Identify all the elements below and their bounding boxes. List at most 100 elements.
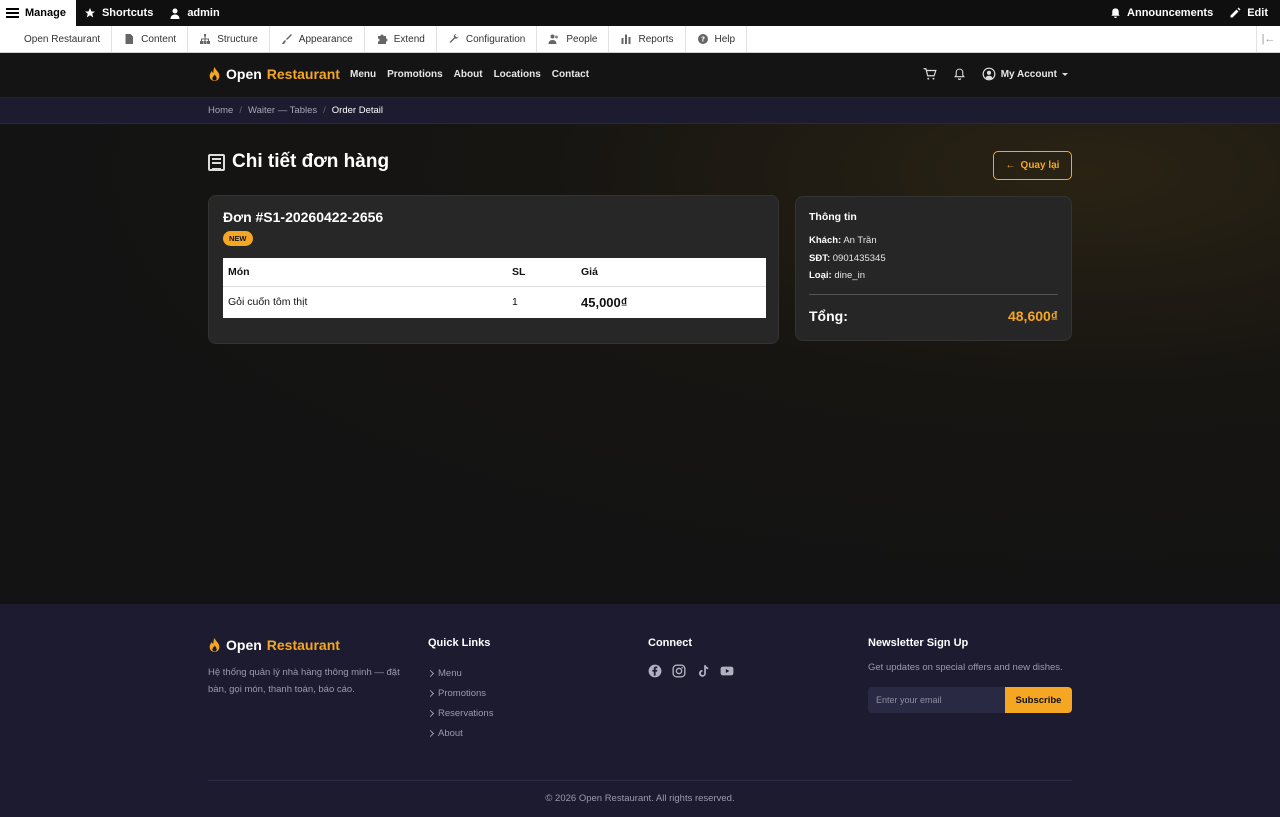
help-icon: ?: [697, 34, 708, 44]
flame-icon: [209, 637, 220, 653]
instagram-icon[interactable]: [672, 664, 686, 678]
tray-item-label: Open Restaurant: [24, 33, 101, 45]
site-logo[interactable]: Open Restaurant: [208, 66, 340, 82]
tray-item-people[interactable]: People: [537, 26, 610, 52]
customer-label: Khách:: [809, 235, 842, 246]
puzzle-icon: [377, 34, 388, 44]
back-button[interactable]: ← Quay lại: [993, 151, 1072, 180]
total-label: Tổng:: [809, 308, 848, 324]
order-title: Đơn #S1-20260422-2656: [223, 209, 384, 225]
tiktok-icon[interactable]: [696, 664, 710, 678]
manage-button[interactable]: Manage: [0, 0, 76, 26]
tray-item-structure[interactable]: Structure: [188, 26, 270, 52]
nav-about[interactable]: About: [454, 69, 483, 80]
account-label: My Account: [1000, 68, 1057, 80]
quick-link-about[interactable]: About: [426, 723, 493, 743]
nav-contact[interactable]: Contact: [552, 69, 589, 80]
footer-brand-second: Restaurant: [266, 637, 340, 653]
admin-toolbar: Manage Shortcuts admin Announcements Edi…: [0, 0, 1280, 26]
phone-label: SĐT:: [809, 253, 831, 264]
quick-link-menu[interactable]: Menu: [426, 663, 493, 683]
cart-icon[interactable]: [923, 67, 937, 81]
user-menu-button[interactable]: admin: [161, 0, 227, 26]
breadcrumb-home[interactable]: Home: [208, 105, 233, 116]
status-badge: NEW: [223, 231, 253, 246]
newsletter-title: Newsletter Sign Up: [868, 637, 969, 649]
tray-item-label: Reports: [638, 33, 674, 45]
nav-promotions[interactable]: Promotions: [387, 69, 443, 80]
youtube-icon[interactable]: [720, 664, 734, 678]
tray-item-label: Help: [714, 33, 736, 45]
type-value: dine_in: [834, 270, 865, 281]
svg-text:?: ?: [700, 36, 704, 44]
brand-name-second: Restaurant: [266, 66, 340, 82]
copyright: © 2026 Open Restaurant. All rights reser…: [545, 793, 735, 804]
shortcuts-label: Shortcuts: [101, 7, 154, 19]
sitemap-icon: [200, 34, 211, 44]
tray-item-label: Appearance: [298, 33, 353, 45]
page-title: Chi tiết đơn hàng: [208, 151, 389, 173]
site-header: Open Restaurant Menu Promotions About Lo…: [0, 53, 1280, 98]
facebook-icon[interactable]: [648, 664, 662, 678]
pencil-icon: [1230, 7, 1241, 18]
quick-link-label: Promotions: [438, 687, 487, 699]
arrow-left-icon: ←: [1005, 160, 1016, 171]
user-icon: [170, 8, 180, 19]
tray-item-help[interactable]: ? Help: [686, 26, 748, 52]
tray-item-label: Extend: [393, 33, 425, 45]
breadcrumb: Home / Waiter — Tables / Order Detail: [208, 105, 383, 116]
quick-link-label: Menu: [438, 667, 462, 679]
tray-item-label: Structure: [217, 33, 258, 45]
announcements-button[interactable]: Announcements: [1102, 0, 1221, 26]
total-value: 48,600₫: [1007, 308, 1058, 324]
tray-item-open-restaurant[interactable]: Open Restaurant: [0, 26, 113, 52]
order-card: Đơn #S1-20260422-2656 NEW Món SL Giá Gỏi…: [208, 195, 779, 344]
breadcrumb-separator: /: [323, 105, 326, 116]
account-icon: [982, 67, 996, 81]
tray-item-appearance[interactable]: Appearance: [270, 26, 365, 52]
tray-item-configuration[interactable]: Configuration: [437, 26, 538, 52]
brand-name-first: Open: [226, 66, 262, 82]
tray-item-label: People: [566, 33, 598, 45]
main-content: Chi tiết đơn hàng ← Quay lại Đơn #S1-202…: [0, 124, 1280, 604]
newsletter-form: Subscribe: [868, 687, 1072, 713]
breadcrumb-waiter-tables[interactable]: Waiter — Tables: [248, 105, 317, 116]
tray-item-extend[interactable]: Extend: [365, 26, 437, 52]
paintbrush-icon: [281, 34, 292, 44]
info-title: Thông tin: [809, 211, 857, 223]
document-icon: [125, 34, 134, 44]
bell-icon: [1111, 8, 1120, 19]
footer-logo[interactable]: Open Restaurant: [208, 637, 340, 653]
info-divider: [809, 294, 1058, 295]
flame-icon: [209, 66, 220, 82]
newsletter-email-input[interactable]: [868, 687, 1005, 713]
my-account-menu[interactable]: My Account: [982, 67, 1068, 81]
nav-locations[interactable]: Locations: [494, 69, 541, 80]
nav-menu[interactable]: Menu: [350, 69, 376, 80]
notification-bell-icon[interactable]: [953, 67, 966, 81]
chevron-right-icon: [426, 669, 435, 677]
edit-button[interactable]: Edit: [1221, 0, 1280, 26]
tray-item-reports[interactable]: Reports: [609, 26, 686, 52]
quick-link-label: Reservations: [438, 707, 494, 719]
type-label: Loại:: [809, 270, 832, 281]
collapse-icon: |←: [1261, 33, 1276, 45]
receipt-icon: [208, 153, 225, 171]
tray-item-label: Configuration: [465, 33, 526, 45]
phone-row: SĐT: 0901435345: [809, 253, 886, 264]
star-icon: [84, 8, 95, 18]
footer-divider: [208, 780, 1072, 781]
chevron-right-icon: [426, 709, 435, 717]
quick-link-promotions[interactable]: Promotions: [426, 683, 493, 703]
footer-brand-first: Open: [226, 637, 262, 653]
people-icon: [548, 34, 559, 44]
tray-orientation-toggle[interactable]: |←: [1256, 26, 1280, 52]
wrench-icon: [449, 33, 459, 43]
shortcuts-button[interactable]: Shortcuts: [76, 0, 161, 26]
order-info-card: Thông tin Khách: An Trần SĐT: 0901435345…: [795, 196, 1072, 341]
customer-row: Khách: An Trần: [809, 235, 877, 246]
quick-link-reservations[interactable]: Reservations: [426, 703, 494, 723]
subscribe-button[interactable]: Subscribe: [1005, 687, 1072, 713]
social-links: [648, 664, 734, 678]
tray-item-content[interactable]: Content: [112, 26, 189, 52]
